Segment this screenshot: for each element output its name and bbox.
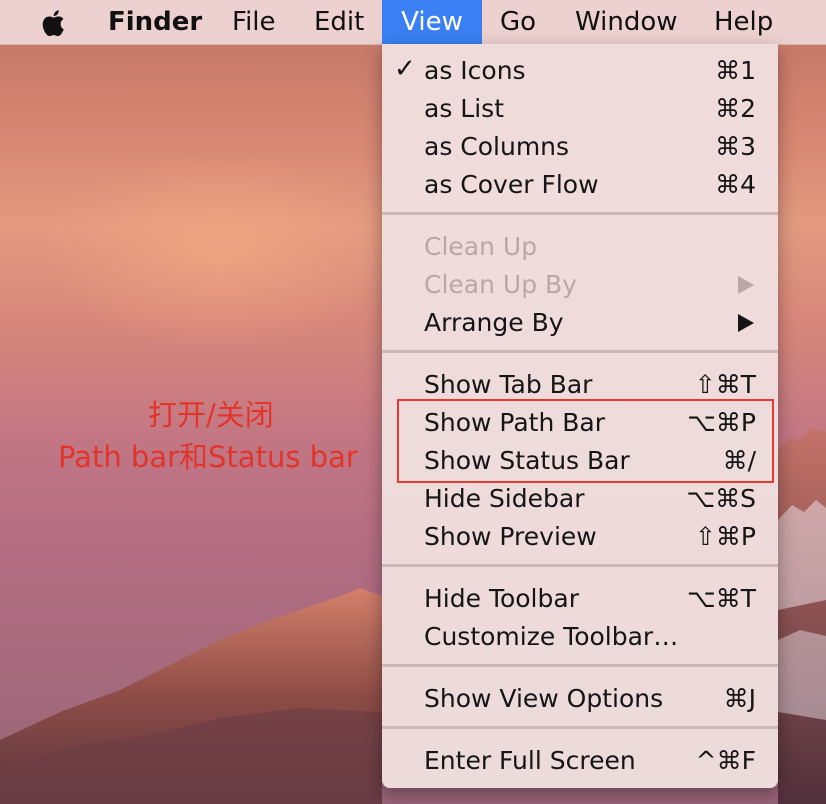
menu-item-as-columns[interactable]: as Columns ⌘3 — [382, 128, 778, 166]
menu-item-shortcut: ^⌘F — [695, 746, 756, 775]
submenu-arrow-icon — [738, 276, 754, 294]
menu-item-shortcut: ⇧⌘P — [694, 522, 756, 551]
menu-item-as-cover-flow[interactable]: as Cover Flow ⌘4 — [382, 166, 778, 204]
menu-item-customize-toolbar[interactable]: Customize Toolbar… — [382, 618, 778, 656]
menu-item-label: Show Tab Bar — [424, 370, 593, 399]
menu-item-label: as Icons — [424, 56, 526, 85]
annotation-line-2: Path bar和Status bar — [58, 440, 358, 474]
menu-item-shortcut: ⌘4 — [715, 170, 756, 199]
menu-item-enter-full-screen[interactable]: Enter Full Screen ^⌘F — [382, 742, 778, 780]
menu-item-label: Enter Full Screen — [424, 746, 636, 775]
menu-item-label: Customize Toolbar… — [424, 622, 679, 651]
menu-item-label: Show View Options — [424, 684, 664, 713]
menu-item-label: Show Preview — [424, 522, 597, 551]
checkmark-icon: ✓ — [394, 54, 416, 84]
menu-item-shortcut: ⌘2 — [715, 94, 756, 123]
menu-item-label: as List — [424, 94, 504, 123]
menu-item-label: Clean Up — [424, 232, 538, 261]
menu-item-arrange-by[interactable]: Arrange By — [382, 304, 778, 342]
apple-logo-icon[interactable] — [40, 7, 70, 39]
menu-separator — [382, 350, 778, 353]
menu-item-shortcut: ⌥⌘T — [686, 584, 756, 613]
submenu-arrow-icon — [738, 314, 754, 332]
menu-item-label: Hide Toolbar — [424, 584, 579, 613]
menu-item-show-view-options[interactable]: Show View Options ⌘J — [382, 680, 778, 718]
menu-item-shortcut: ⌘1 — [715, 56, 756, 85]
menu-separator — [382, 564, 778, 567]
menu-go[interactable]: Go — [500, 0, 536, 44]
menu-item-as-icons[interactable]: ✓ as Icons ⌘1 — [382, 52, 778, 90]
menu-separator — [382, 726, 778, 729]
menu-bar: Finder File Edit View Go Window Help — [0, 0, 826, 45]
menu-item-hide-toolbar[interactable]: Hide Toolbar ⌥⌘T — [382, 580, 778, 618]
menu-finder[interactable]: Finder — [108, 0, 202, 44]
menu-item-clean-up-by: Clean Up By — [382, 266, 778, 304]
menu-separator — [382, 212, 778, 215]
menu-item-label: Hide Sidebar — [424, 484, 585, 513]
menu-file[interactable]: File — [232, 0, 276, 44]
menu-help[interactable]: Help — [714, 0, 773, 44]
menu-item-shortcut: ⌘J — [723, 684, 756, 713]
menu-item-shortcut: ⌥⌘S — [686, 484, 756, 513]
highlight-box — [397, 399, 774, 483]
menu-item-clean-up: Clean Up — [382, 228, 778, 266]
menu-item-as-list[interactable]: as List ⌘2 — [382, 90, 778, 128]
menu-window[interactable]: Window — [575, 0, 678, 44]
menu-item-label: as Columns — [424, 132, 570, 161]
menu-item-shortcut: ⌘3 — [715, 132, 756, 161]
annotation-line-1: 打开/关闭 — [148, 398, 274, 432]
menu-item-hide-sidebar[interactable]: Hide Sidebar ⌥⌘S — [382, 480, 778, 518]
menu-item-label: Clean Up By — [424, 270, 577, 299]
menu-separator — [382, 664, 778, 667]
menu-item-show-preview[interactable]: Show Preview ⇧⌘P — [382, 518, 778, 556]
menu-edit[interactable]: Edit — [314, 0, 364, 44]
menu-item-label: Arrange By — [424, 308, 564, 337]
menu-item-shortcut: ⇧⌘T — [694, 370, 756, 399]
menu-item-label: as Cover Flow — [424, 170, 599, 199]
menu-view[interactable]: View — [382, 0, 482, 44]
